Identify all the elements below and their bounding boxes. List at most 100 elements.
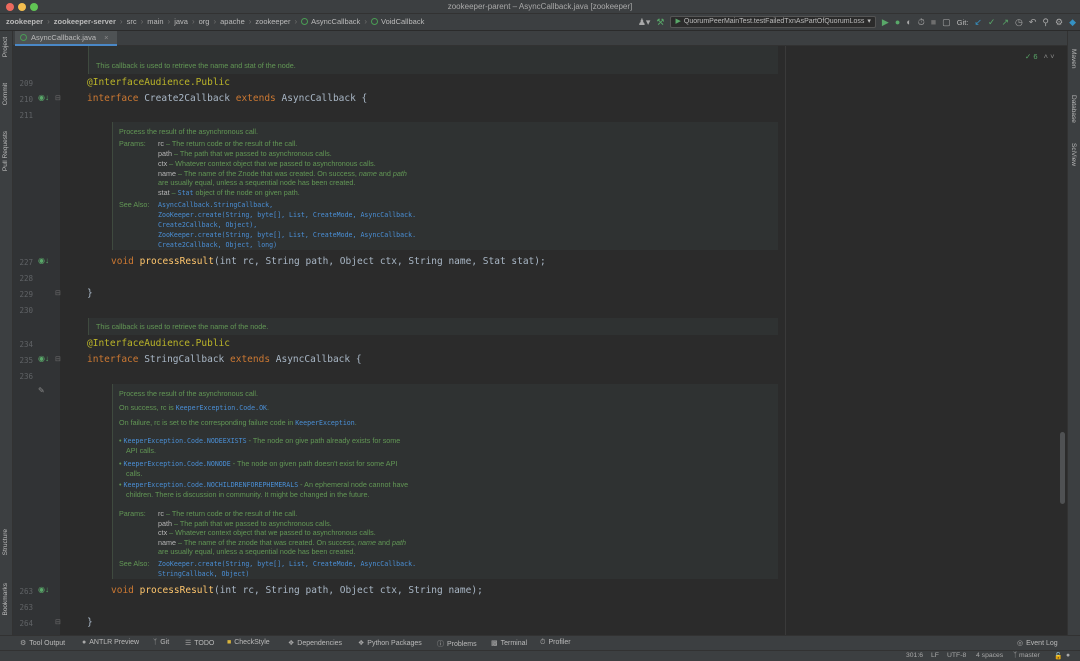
- identifier-token: AsyncCallback {: [275, 354, 362, 365]
- git-update-icon[interactable]: ↙: [974, 16, 982, 28]
- implemented-icon[interactable]: ◉↓: [38, 256, 49, 265]
- doc-params-label: Params:: [119, 139, 146, 148]
- git-commit-icon[interactable]: ✓: [988, 16, 996, 28]
- implemented-icon[interactable]: ◉↓: [38, 93, 49, 102]
- breadcrumb-item[interactable]: org: [199, 17, 210, 26]
- doc-link[interactable]: Create2Callback, Object, long): [158, 240, 277, 251]
- build-icon[interactable]: ⚒: [656, 16, 664, 28]
- terminal-icon: ▩: [491, 640, 498, 647]
- run-icon[interactable]: ▶: [882, 16, 889, 28]
- right-margin-guide: [785, 46, 786, 635]
- editor-scrollbar-thumb[interactable]: [1060, 432, 1065, 504]
- tool-button-terminal[interactable]: ▩ Terminal: [491, 639, 527, 647]
- line-number: 234: [19, 340, 33, 349]
- code-line: @InterfaceAudience.Public: [87, 338, 230, 349]
- breadcrumb-item[interactable]: AsyncCallback: [311, 17, 360, 26]
- breadcrumb-item[interactable]: apache: [220, 17, 245, 26]
- line-number: 227: [19, 258, 33, 267]
- inspection-widget[interactable]: ✓ 6 ˄ ˅: [1025, 52, 1055, 61]
- indent-setting[interactable]: 4 spaces: [976, 652, 1003, 659]
- run-configuration-label: QuorumPeerMainTest.testFailedTxnAsPartOf…: [683, 18, 865, 25]
- check-icon: ✓: [1025, 52, 1032, 61]
- debug-icon[interactable]: ●: [895, 16, 900, 28]
- tool-tab-bookmarks[interactable]: Bookmarks: [2, 583, 9, 616]
- breadcrumb-item[interactable]: zookeeper: [6, 17, 43, 26]
- doc-list-item: • KeeperException.Code.NONODE - The node…: [119, 459, 398, 468]
- history-icon[interactable]: ◷: [1015, 16, 1023, 28]
- checkstyle-icon: ■: [227, 639, 232, 646]
- fold-icon[interactable]: ⊟: [55, 94, 61, 102]
- interface-icon: [370, 18, 378, 25]
- tool-button-dependencies[interactable]: ❖ Dependencies: [288, 639, 342, 647]
- breadcrumb-item[interactable]: java: [174, 17, 188, 26]
- coverage-icon[interactable]: ◐: [906, 16, 911, 28]
- user-icon[interactable]: ♟▾: [638, 16, 651, 28]
- search-icon[interactable]: ⚲: [1042, 16, 1049, 28]
- tool-tab-commit[interactable]: Commit: [2, 83, 9, 105]
- editor-tab[interactable]: AsyncCallback.java ×: [15, 31, 117, 46]
- breadcrumb-item[interactable]: main: [147, 17, 163, 26]
- annotation-token: @InterfaceAudience: [87, 338, 190, 349]
- profiler-icon: ⏱: [540, 639, 546, 646]
- git-push-icon[interactable]: ↗: [1001, 16, 1009, 28]
- tool-button-todo[interactable]: ☰ TODO: [185, 639, 214, 647]
- line-separator[interactable]: LF: [931, 652, 939, 659]
- tool-button-antlr-preview[interactable]: ● ANTLR Preview: [82, 639, 139, 646]
- navigate-arrows-icon[interactable]: ˄ ˅: [1044, 52, 1055, 61]
- rollback-icon[interactable]: ↶: [1029, 16, 1037, 28]
- code-line: interface StringCallback extends AsyncCa…: [87, 354, 362, 365]
- tool-tab-sciview[interactable]: SciView: [1070, 143, 1077, 166]
- doc-text: On failure, rc is set to the correspondi…: [119, 418, 357, 427]
- tool-button-tool-output[interactable]: ⚙ Tool Output: [20, 639, 65, 647]
- main-toolbar: ♟▾ ⚒ ▶ QuorumPeerMainTest.testFailedTxnA…: [638, 16, 1076, 28]
- tool-button-event-log[interactable]: ◎ Event Log: [1017, 639, 1058, 647]
- run-configuration-select[interactable]: ▶ QuorumPeerMainTest.testFailedTxnAsPart…: [670, 16, 876, 28]
- tool-tab-pull-requests[interactable]: Pull Requests: [2, 131, 9, 171]
- doc-param: rc – The return code or the result of th…: [158, 139, 298, 148]
- memory-indicator-icon[interactable]: ●: [1066, 652, 1070, 659]
- gear-icon[interactable]: ⚙: [1055, 16, 1063, 28]
- inspection-count: 6: [1033, 52, 1038, 61]
- todo-icon: ☰: [185, 640, 192, 647]
- editor-tab-label: AsyncCallback.java: [31, 33, 97, 42]
- left-tool-strip: Project Commit Pull Requests Structure B…: [0, 31, 13, 635]
- tool-button-profiler[interactable]: ⏱ Profiler: [540, 639, 571, 647]
- fold-icon[interactable]: ⊟: [55, 289, 61, 297]
- file-encoding[interactable]: UTF-8: [947, 652, 966, 659]
- breadcrumb-item[interactable]: src: [127, 17, 137, 26]
- git-branch-icon: ᛉ: [153, 639, 158, 646]
- fold-icon[interactable]: ⊟: [55, 618, 61, 626]
- doc-link[interactable]: StringCallback, Object): [158, 569, 249, 580]
- code-line: void processResult(int rc, String path, …: [111, 256, 546, 267]
- doc-text: This callback is used to retrieve the na…: [96, 322, 269, 331]
- tool-tab-maven[interactable]: Maven: [1070, 49, 1077, 69]
- lock-icon[interactable]: 🔓: [1054, 652, 1062, 660]
- tool-tab-structure[interactable]: Structure: [2, 529, 9, 555]
- profile-icon[interactable]: ⏱: [918, 16, 925, 28]
- close-icon[interactable]: ×: [104, 33, 108, 42]
- tool-button-python-packages[interactable]: ❖ Python Packages: [358, 639, 422, 647]
- identifier-token: Create2Callback: [144, 93, 236, 104]
- edit-doc-icon[interactable]: ✎: [38, 386, 45, 395]
- stop-icon[interactable]: ■: [931, 16, 936, 28]
- keyword-token: extends: [235, 93, 282, 104]
- annotation-token: .Public: [189, 338, 230, 349]
- fold-icon[interactable]: ⊟: [55, 355, 61, 363]
- caret-position[interactable]: 301:6: [906, 652, 923, 659]
- code-line: void processResult(int rc, String path, …: [111, 585, 483, 596]
- breadcrumb-item[interactable]: zookeeper: [255, 17, 290, 26]
- breadcrumb-item[interactable]: zookeeper-server: [54, 17, 116, 26]
- search-everywhere-icon[interactable]: ▢: [942, 16, 951, 28]
- tool-tab-project[interactable]: Project: [2, 37, 9, 57]
- tool-button-problems[interactable]: ⓘ Problems: [437, 639, 477, 649]
- tool-button-git[interactable]: ᛉ Git: [153, 639, 169, 646]
- implemented-icon[interactable]: ◉↓: [38, 585, 49, 594]
- git-branch[interactable]: ᛉ master: [1013, 652, 1040, 659]
- implemented-icon[interactable]: ◉↓: [38, 354, 49, 363]
- jetbrains-logo-icon[interactable]: ◆: [1069, 16, 1076, 28]
- tool-button-checkstyle[interactable]: ■ CheckStyle: [227, 639, 270, 646]
- tool-tab-database[interactable]: Database: [1070, 95, 1077, 123]
- breadcrumb-item[interactable]: VoidCallback: [381, 17, 424, 26]
- navigation-bar: zookeeper › zookeeper-server › src › main › …: [0, 14, 1080, 31]
- dependencies-icon: ❖: [288, 640, 295, 647]
